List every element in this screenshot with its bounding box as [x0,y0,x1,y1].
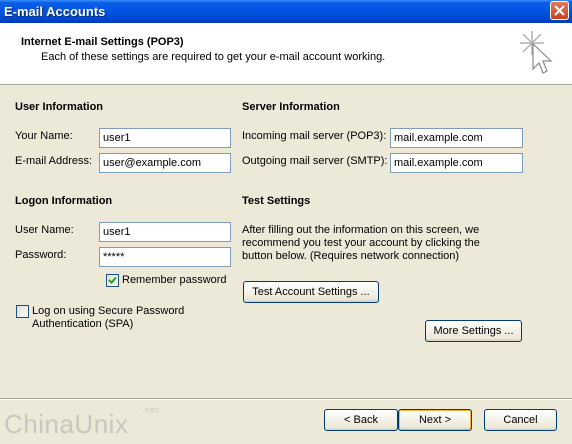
incoming-server-label: Incoming mail server (POP3): [242,130,387,142]
cancel-button[interactable]: Cancel [484,409,557,431]
wizard-header: Internet E-mail Settings (POP3) Each of … [0,23,572,85]
window-title: E-mail Accounts [4,4,106,19]
watermark-logo: ChinaUnix .net [4,405,159,440]
test-account-settings-button[interactable]: Test Account Settings ... [243,281,379,303]
remember-password-label[interactable]: Remember password [122,274,227,286]
your-name-input[interactable] [99,128,231,148]
close-button[interactable] [550,1,569,20]
watermark-text: ChinaUnix [4,409,129,439]
watermark-suffix: .net [142,405,160,415]
spa-label-line1[interactable]: Log on using Secure Password [32,305,184,317]
test-settings-description: After filling out the information on thi… [242,224,480,262]
sparkle-cursor-icon [520,31,553,74]
your-name-label: Your Name: [15,130,73,142]
next-button[interactable]: Next > [398,409,472,431]
user-name-label: User Name: [15,224,74,236]
test-settings-heading: Test Settings [242,195,311,207]
checkmark-icon [108,276,117,284]
close-icon [554,5,565,16]
remember-password-checkbox[interactable] [106,274,119,287]
incoming-server-input[interactable] [390,128,523,148]
password-input[interactable] [99,247,231,267]
email-address-label: E-mail Address: [15,155,93,167]
back-button[interactable]: < Back [324,409,398,431]
outgoing-server-label: Outgoing mail server (SMTP): [242,155,388,167]
page-title: Internet E-mail Settings (POP3) [21,36,184,48]
outgoing-server-input[interactable] [390,153,523,173]
title-bar: E-mail Accounts [0,0,572,23]
password-label: Password: [15,249,67,261]
user-name-input[interactable] [99,222,231,242]
footer-divider [0,398,572,400]
more-settings-button[interactable]: More Settings ... [425,320,522,342]
server-info-heading: Server Information [242,101,340,113]
spa-checkbox[interactable] [16,305,29,318]
email-address-input[interactable] [99,153,231,173]
spa-label-line2[interactable]: Authentication (SPA) [32,318,133,330]
logon-info-heading: Logon Information [15,195,113,207]
page-subtitle: Each of these settings are required to g… [41,51,386,63]
user-info-heading: User Information [15,101,104,113]
